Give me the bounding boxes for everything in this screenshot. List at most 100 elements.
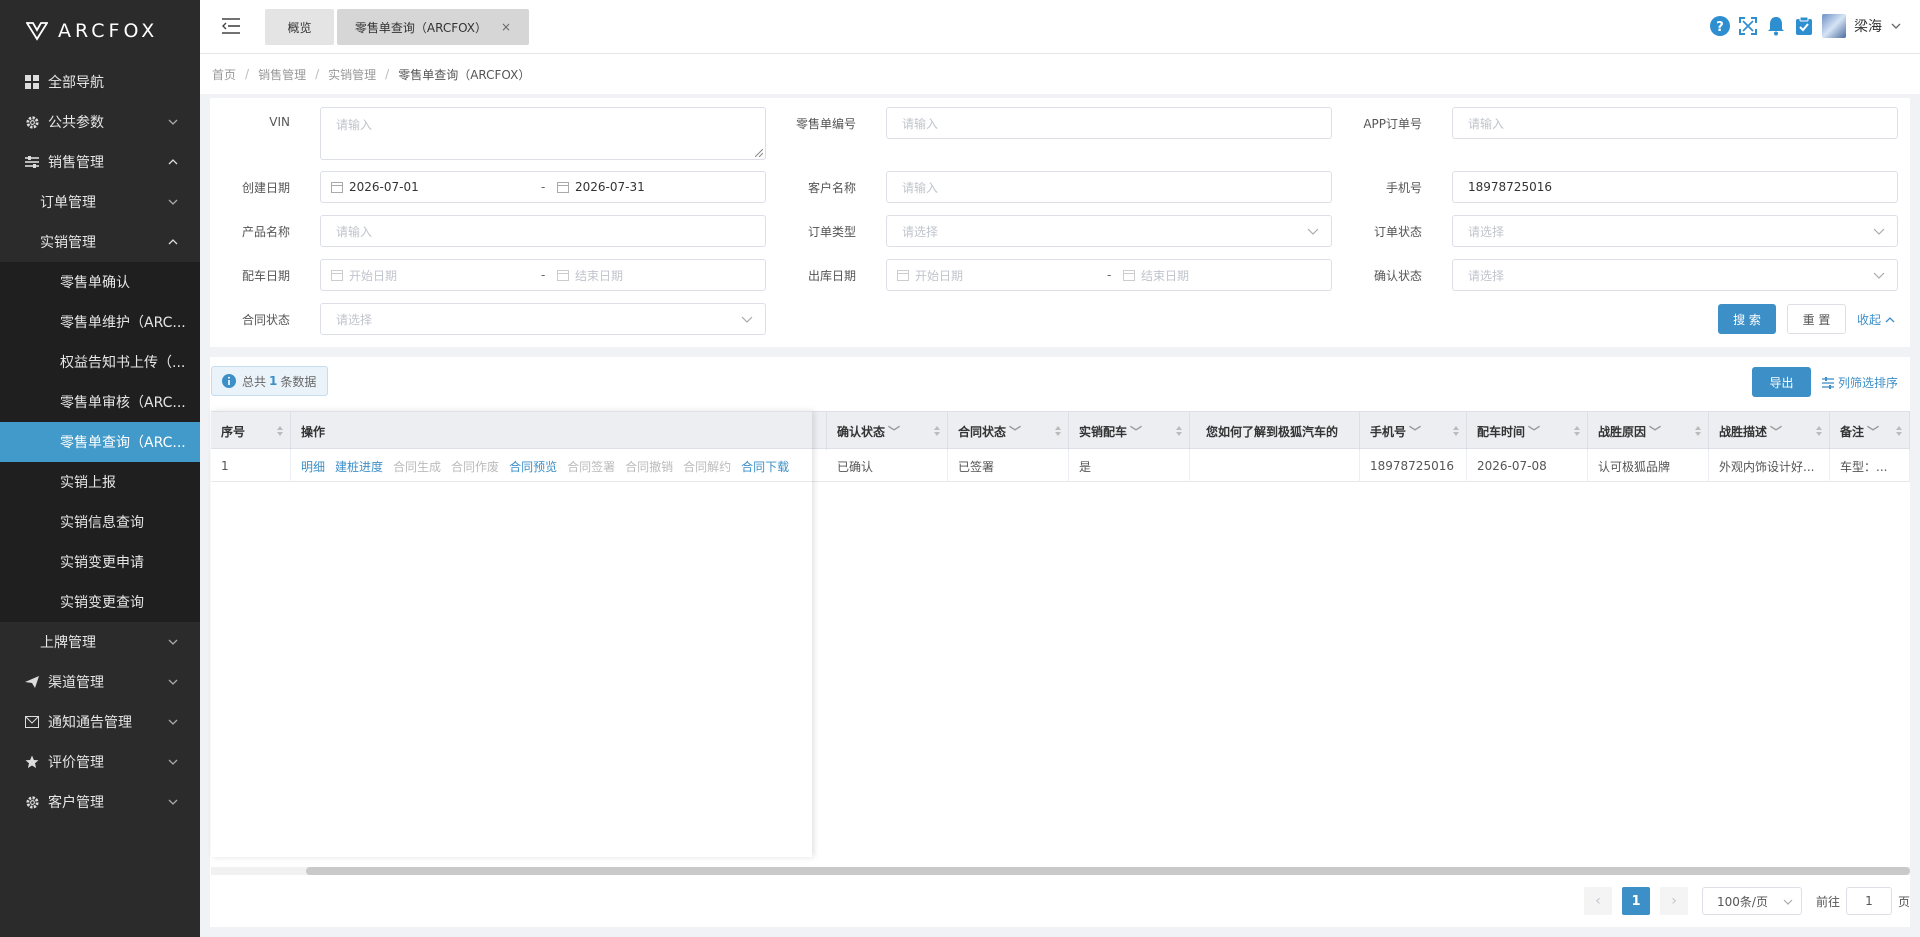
export-button[interactable]: 导出 <box>1752 367 1811 397</box>
sidebar-item-reviews[interactable]: 评价管理 <box>0 742 200 782</box>
tab-overview[interactable]: 概览 <box>265 9 334 45</box>
customer-input[interactable]: 请输入 <box>886 171 1332 203</box>
sidebar-item-channels[interactable]: 渠道管理 <box>0 662 200 702</box>
phone-value: 18978725016 <box>1468 180 1552 194</box>
chevron-down-icon <box>168 119 178 125</box>
total-count-badge: 总共 1 条数据 <box>211 366 328 396</box>
col-header-win-desc[interactable]: 战胜描述 ﹀ <box>1709 412 1830 450</box>
page-size-select[interactable]: 100条/页 <box>1702 887 1802 915</box>
sort-icon[interactable] <box>1895 425 1903 437</box>
contract-preview-link[interactable]: 合同预览 <box>509 458 557 475</box>
col-header-win-reason[interactable]: 战胜原因 ﹀ <box>1588 412 1709 450</box>
close-icon[interactable]: × <box>501 20 511 34</box>
goto-input[interactable]: 1 <box>1846 887 1892 915</box>
prev-page-button[interactable]: ‹ <box>1584 887 1612 915</box>
search-button[interactable]: 搜 索 <box>1718 304 1776 334</box>
sort-icon[interactable] <box>276 425 284 437</box>
horizontal-scrollbar[interactable] <box>211 867 1910 875</box>
created-date-range[interactable]: 2026-07-01 - 2026-07-31 <box>320 171 766 203</box>
vin-textarea[interactable]: 请输入 <box>320 107 766 160</box>
col-header-alloc[interactable]: 实销配车 ﹀ <box>1069 412 1190 450</box>
contract-sign-link[interactable]: 合同签署 <box>567 458 615 475</box>
sort-icon[interactable] <box>933 425 941 437</box>
sort-icon[interactable] <box>1694 425 1702 437</box>
col-header-contract-status[interactable]: 合同状态 ﹀ <box>948 412 1069 450</box>
vin-placeholder: 请输入 <box>336 118 373 132</box>
app-order-placeholder: 请输入 <box>1468 116 1505 131</box>
product-input[interactable]: 请输入 <box>320 215 766 247</box>
contract-download-link[interactable]: 合同下载 <box>741 458 789 475</box>
clipboard-check-icon[interactable] <box>1794 16 1814 36</box>
sidebar-item-retail-review[interactable]: 零售单审核（ARC... <box>0 382 200 422</box>
confirm-status-select[interactable]: 请选择 <box>1452 259 1898 291</box>
contract-terminate-link[interactable]: 合同解约 <box>683 458 731 475</box>
col-header-source[interactable]: 您如何了解到极狐汽车的 <box>1190 412 1360 450</box>
chevron-down-icon <box>1307 228 1319 235</box>
contract-generate-link[interactable]: 合同生成 <box>393 458 441 475</box>
sidebar-item-label: 客户管理 <box>48 795 104 811</box>
sidebar-item-sales-report[interactable]: 实销上报 <box>0 462 200 502</box>
sort-icon[interactable] <box>1054 425 1062 437</box>
reset-button[interactable]: 重 置 <box>1787 304 1846 334</box>
breadcrumb-home[interactable]: 首页 <box>212 66 236 83</box>
menu-toggle-icon[interactable] <box>222 17 242 35</box>
sidebar-item-retail-maintain[interactable]: 零售单维护（ARC... <box>0 302 200 342</box>
charger-progress-link[interactable]: 建桩进度 <box>335 458 383 475</box>
sidebar-item-actual-sales[interactable]: 实销管理 <box>0 222 200 262</box>
order-type-select[interactable]: 请选择 <box>886 215 1332 247</box>
detail-link[interactable]: 明细 <box>301 458 325 475</box>
resize-handle-icon[interactable] <box>755 149 763 157</box>
help-icon[interactable]: ? <box>1710 16 1730 36</box>
col-header-phone[interactable]: 手机号 ﹀ <box>1360 412 1467 450</box>
sidebar-item-sales-info[interactable]: 实销信息查询 <box>0 502 200 542</box>
out-date-range[interactable]: 开始日期 - 结束日期 <box>886 259 1332 291</box>
sort-icon[interactable] <box>1573 425 1581 437</box>
contract-revoke-link[interactable]: 合同撤销 <box>625 458 673 475</box>
sidebar-item-customers[interactable]: 客户管理 <box>0 782 200 822</box>
sort-icon[interactable] <box>1175 425 1183 437</box>
col-header-index[interactable]: 序号 <box>211 412 291 450</box>
fullscreen-icon[interactable] <box>1738 16 1758 36</box>
alloc-date-range[interactable]: 开始日期 - 结束日期 <box>320 259 766 291</box>
contract-void-link[interactable]: 合同作废 <box>451 458 499 475</box>
cell-win-desc: 外观内饰设计好... <box>1709 450 1830 482</box>
table-row[interactable]: 1 明细 建桩进度 合同生成 合同作废 合同预览 合同签署 合同撤销 合同解约 … <box>211 450 812 482</box>
sidebar-item-rights-upload[interactable]: 权益告知书上传（... <box>0 342 200 382</box>
col-header-label: 操作 <box>301 424 326 439</box>
sidebar-item-public-params[interactable]: 公共参数 <box>0 102 200 142</box>
scrollbar-thumb[interactable] <box>306 867 1910 875</box>
contract-status-select[interactable]: 请选择 <box>320 303 766 335</box>
bell-icon[interactable] <box>1766 16 1786 36</box>
chevron-down-icon <box>168 799 178 805</box>
breadcrumb-sales[interactable]: 销售管理 <box>258 66 306 83</box>
order-status-select[interactable]: 请选择 <box>1452 215 1898 247</box>
sidebar-item-notices[interactable]: 通知通告管理 <box>0 702 200 742</box>
tab-retail-query[interactable]: 零售单查询（ARCFOX） × <box>337 9 529 45</box>
sidebar-item-change-query[interactable]: 实销变更查询 <box>0 582 200 622</box>
sidebar-item-plates[interactable]: 上牌管理 <box>0 622 200 662</box>
retail-no-input[interactable]: 请输入 <box>886 107 1332 139</box>
sidebar-item-sales[interactable]: 销售管理 <box>0 142 200 182</box>
col-header-alloc-time[interactable]: 配车时间 ﹀ <box>1467 412 1588 450</box>
col-header-confirm-status[interactable]: 确认状态 ﹀ <box>827 412 948 450</box>
brand-logo[interactable]: ARCFOX <box>0 0 200 62</box>
sidebar-item-retail-query[interactable]: 零售单查询（ARC... <box>0 422 200 462</box>
chevron-down-icon[interactable] <box>1890 20 1902 32</box>
column-filter-link[interactable]: 列筛选排序 <box>1822 374 1898 391</box>
sidebar-item-orders[interactable]: 订单管理 <box>0 182 200 222</box>
collapse-link[interactable]: 收起 <box>1857 311 1895 328</box>
sidebar-item-all-nav[interactable]: 全部导航 <box>0 62 200 102</box>
col-header-label: 您如何了解到极狐汽车的 <box>1206 424 1339 439</box>
phone-input[interactable]: 18978725016 <box>1452 171 1898 203</box>
avatar[interactable] <box>1822 14 1846 38</box>
sidebar-item-change-apply[interactable]: 实销变更申请 <box>0 542 200 582</box>
breadcrumb-actual-sales[interactable]: 实销管理 <box>328 66 376 83</box>
col-header-remark[interactable]: 备注 ﹀ <box>1830 412 1910 450</box>
sidebar-item-retail-confirm[interactable]: 零售单确认 <box>0 262 200 302</box>
sort-icon[interactable] <box>1452 425 1460 437</box>
sort-icon[interactable] <box>1815 425 1823 437</box>
user-name[interactable]: 梁海 <box>1854 16 1882 36</box>
page-number-current[interactable]: 1 <box>1622 887 1650 915</box>
next-page-button[interactable]: › <box>1660 887 1688 915</box>
app-order-input[interactable]: 请输入 <box>1452 107 1898 139</box>
